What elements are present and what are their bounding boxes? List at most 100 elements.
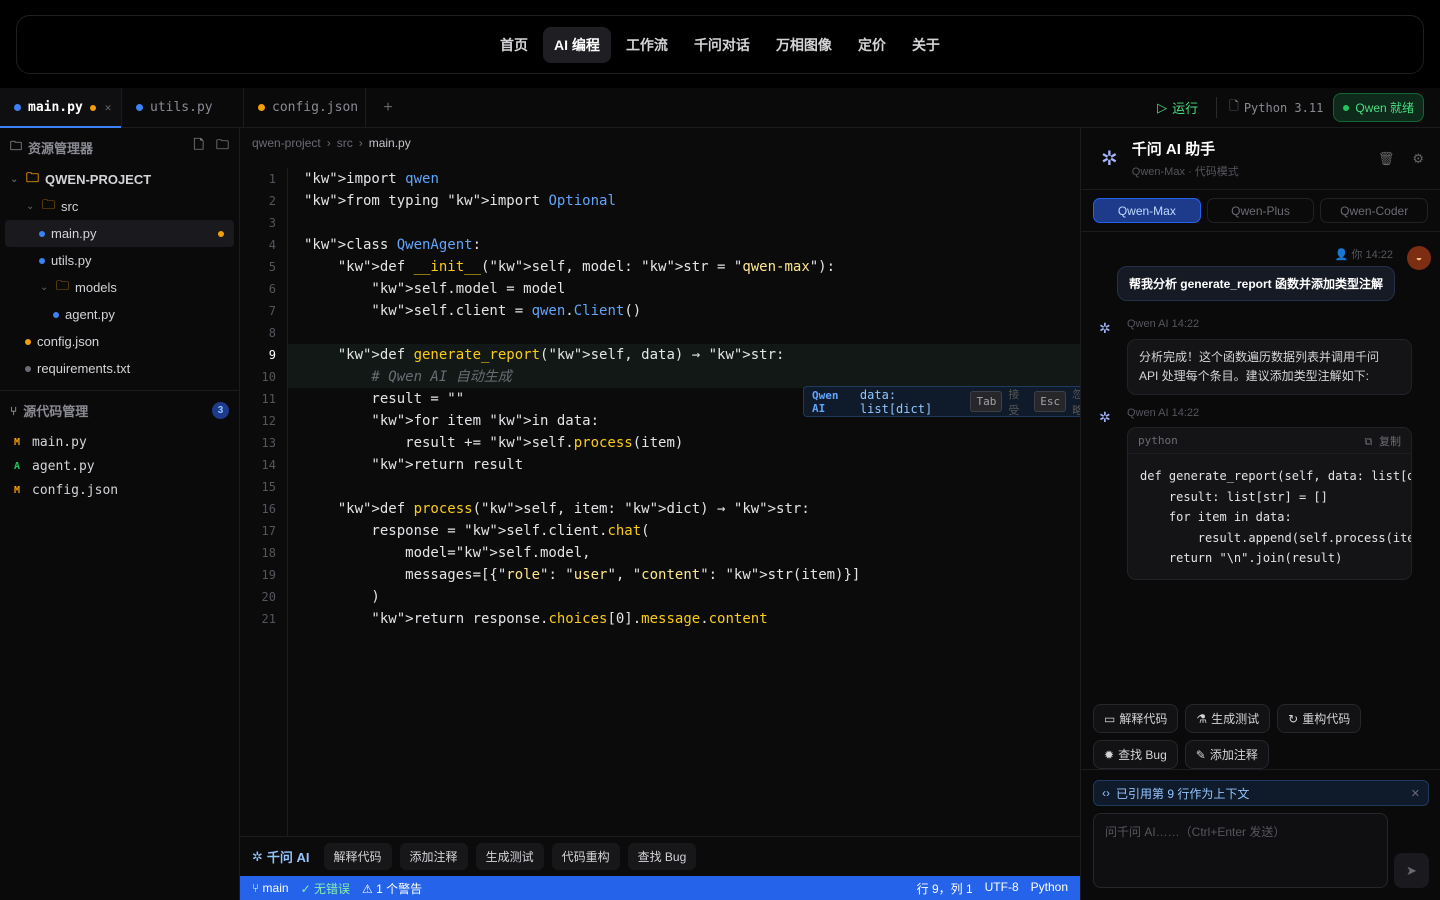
new-tab-plus-icon[interactable]: + bbox=[366, 88, 410, 127]
model-tab-qwen-max[interactable]: Qwen-Max bbox=[1093, 198, 1201, 223]
code-line[interactable]: "kw">def generate_report("kw">self, data… bbox=[288, 344, 1080, 366]
tab-label: main.py bbox=[28, 100, 83, 115]
tree-label: QWEN-PROJECT bbox=[45, 172, 152, 187]
scm-count-badge: 3 bbox=[212, 402, 229, 419]
suggestion-text: data: list[dict] bbox=[859, 387, 933, 416]
code-line[interactable]: "kw">def process("kw">self, item: "kw">d… bbox=[288, 498, 1080, 520]
tab-config-json[interactable]: config.json bbox=[244, 88, 366, 127]
tree-file-utils-py[interactable]: utils.py bbox=[0, 247, 239, 274]
warning-indicator[interactable]: ⚠ 1 个警告 bbox=[362, 880, 422, 897]
quick-refactor-button[interactable]: ↻ 重构代码 bbox=[1277, 704, 1362, 733]
tree-file-config-json[interactable]: config.json bbox=[0, 328, 239, 355]
gear-icon[interactable]: ⚙ bbox=[1412, 151, 1424, 167]
line-number: 18 bbox=[261, 546, 276, 560]
run-button[interactable]: ▷ 运行 bbox=[1149, 98, 1206, 117]
new-folder-icon[interactable]: 🗀 bbox=[216, 136, 229, 158]
nav-item-qwen-chat[interactable]: 千问对话 bbox=[683, 27, 761, 63]
tab-main-py[interactable]: main.py ✕ bbox=[0, 88, 122, 128]
tree-project-root[interactable]: ⌄ 🗀 QWEN-PROJECT bbox=[0, 166, 239, 193]
quick-explain-button[interactable]: ▭ 解释代码 bbox=[1093, 704, 1179, 733]
branch-label: main bbox=[262, 881, 289, 895]
tree-label: main.py bbox=[51, 226, 97, 241]
scm-item[interactable]: M main.py bbox=[0, 430, 239, 454]
quick-comment-button[interactable]: ✎ 添加注释 bbox=[1184, 740, 1269, 769]
breadcrumb-item[interactable]: src bbox=[337, 136, 353, 150]
warnings-label: 1 个警告 bbox=[376, 881, 423, 896]
send-button[interactable]: ➤ bbox=[1394, 853, 1429, 888]
tree-folder-models[interactable]: ⌄ 🗀 models bbox=[0, 274, 239, 301]
line-number: 13 bbox=[261, 436, 276, 450]
code-area[interactable]: 1 2 3 4 5 6 7 8 9 10 11 12 13 14 15 16 17 18 19 20 21 "kw">i… bbox=[240, 168, 1093, 836]
code-line[interactable] bbox=[288, 322, 1080, 344]
suggestion-brand: Qwen AI bbox=[812, 388, 839, 415]
code-line[interactable]: # Qwen AI 自动生成 bbox=[288, 366, 1080, 388]
breadcrumb-item[interactable]: main.py bbox=[369, 136, 411, 150]
trash-icon[interactable]: 🗑 bbox=[1378, 151, 1395, 167]
branch-indicator[interactable]: ⑂ main bbox=[252, 881, 289, 895]
code-line[interactable]: ) bbox=[288, 586, 1080, 608]
nav-item-pricing[interactable]: 定价 bbox=[847, 27, 897, 63]
tree-file-requirements[interactable]: requirements.txt bbox=[0, 355, 239, 382]
chat-input[interactable]: 问千问 AI……（Ctrl+Enter 发送） bbox=[1093, 813, 1388, 888]
new-file-icon[interactable]: 🗋 bbox=[194, 136, 204, 158]
breadcrumb-item[interactable]: qwen-project bbox=[252, 136, 321, 150]
code-line[interactable]: "kw">self.client = qwen.Client() bbox=[288, 300, 1080, 322]
generate-tests-button[interactable]: 生成测试 bbox=[475, 843, 544, 870]
tree-label: requirements.txt bbox=[37, 361, 131, 376]
close-icon[interactable]: ✕ bbox=[1411, 787, 1420, 800]
code-line[interactable] bbox=[288, 476, 1080, 498]
code-brackets-icon: ‹› bbox=[1102, 786, 1110, 800]
check-icon: ✓ bbox=[300, 881, 311, 896]
code-line[interactable]: result += "kw">self.process(item) bbox=[288, 432, 1080, 454]
explain-code-button[interactable]: 解释代码 bbox=[323, 843, 392, 870]
code-line[interactable]: response = "kw">self.client.chat( bbox=[288, 520, 1080, 542]
nav-item-home[interactable]: 首页 bbox=[489, 27, 539, 63]
language-mode[interactable]: Python bbox=[1031, 880, 1068, 897]
model-tab-qwen-coder[interactable]: Qwen-Coder bbox=[1320, 198, 1429, 223]
nav-item-wanxiang-image[interactable]: 万相图像 bbox=[765, 27, 843, 63]
file-encoding[interactable]: UTF-8 bbox=[985, 880, 1019, 897]
quick-test-button[interactable]: ⚗ 生成测试 bbox=[1185, 704, 1271, 733]
tree-file-agent-py[interactable]: agent.py bbox=[0, 301, 239, 328]
line-number: 14 bbox=[261, 458, 276, 472]
quick-action-label: 生成测试 bbox=[1211, 712, 1260, 726]
ai-name: Qwen AI bbox=[1127, 318, 1169, 330]
line-number: 7 bbox=[268, 304, 276, 318]
cursor-position[interactable]: 行 9，列 1 bbox=[917, 880, 973, 897]
code-line[interactable] bbox=[288, 212, 1080, 234]
user-message-meta: 👤 你 14:22 bbox=[1335, 246, 1393, 262]
find-bug-button[interactable]: 查找 Bug bbox=[627, 843, 697, 870]
dismiss-key[interactable]: Esc bbox=[1034, 391, 1067, 412]
tab-utils-py[interactable]: utils.py bbox=[122, 88, 244, 127]
close-icon[interactable]: ✕ bbox=[105, 101, 112, 114]
scm-header[interactable]: ⑂ 源代码管理 3 bbox=[0, 390, 239, 430]
code-line[interactable]: "kw">self.model = model bbox=[288, 278, 1080, 300]
code-line[interactable]: "kw">class QwenAgent: bbox=[288, 234, 1080, 256]
code-language: python bbox=[1138, 434, 1178, 447]
error-indicator[interactable]: ✓ 无错误 bbox=[301, 880, 350, 897]
nav-item-about[interactable]: 关于 bbox=[901, 27, 951, 63]
accept-key[interactable]: Tab bbox=[970, 391, 1003, 412]
scm-item[interactable]: M config.json bbox=[0, 478, 239, 502]
quick-bug-button[interactable]: ✹ 查找 Bug bbox=[1093, 740, 1178, 769]
tree-folder-src[interactable]: ⌄ 🗀 src bbox=[0, 193, 239, 220]
model-selector: Qwen-Max Qwen-Plus Qwen-Coder bbox=[1081, 190, 1440, 232]
nav-item-workflow[interactable]: 工作流 bbox=[615, 27, 679, 63]
code-line[interactable]: messages=[{"role": "user", "content": "k… bbox=[288, 564, 1080, 586]
code-line[interactable]: "kw">import qwen bbox=[288, 168, 1080, 190]
tree-file-main-py[interactable]: main.py bbox=[5, 220, 234, 247]
code-line[interactable]: "kw">return result bbox=[288, 454, 1080, 476]
nav-item-ai-coding[interactable]: AI 编程 bbox=[543, 26, 611, 63]
folder-icon: 🗀 bbox=[56, 277, 70, 293]
message-icon: ▭ bbox=[1104, 711, 1116, 726]
scm-item[interactable]: A agent.py bbox=[0, 454, 239, 478]
copy-button[interactable]: ⧉ 复制 bbox=[1365, 433, 1401, 449]
code-line[interactable]: "kw">return response.choices[0].message.… bbox=[288, 608, 1080, 630]
code-line[interactable]: model="kw">self.model, bbox=[288, 542, 1080, 564]
chevron-down-icon: ⌄ bbox=[26, 201, 35, 212]
model-tab-qwen-plus[interactable]: Qwen-Plus bbox=[1206, 198, 1315, 223]
code-line[interactable]: "kw">from typing "kw">import Optional bbox=[288, 190, 1080, 212]
code-line[interactable]: "kw">def __init__("kw">self, model: "kw"… bbox=[288, 256, 1080, 278]
add-comments-button[interactable]: 添加注释 bbox=[399, 843, 468, 870]
refactor-code-button[interactable]: 代码重构 bbox=[551, 843, 620, 870]
